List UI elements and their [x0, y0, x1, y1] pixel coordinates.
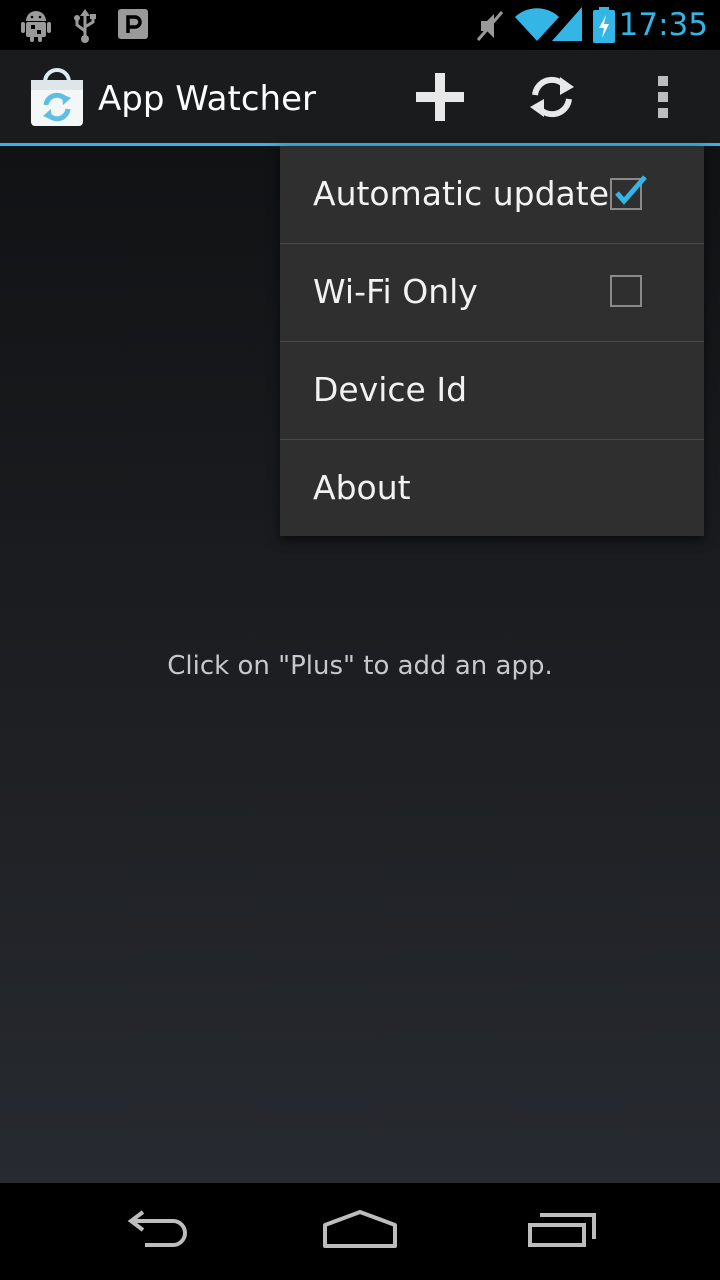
recent-apps-button[interactable] — [512, 1203, 612, 1259]
recent-apps-icon — [526, 1209, 598, 1253]
menu-item-label: Device Id — [313, 370, 468, 409]
add-button[interactable] — [405, 64, 475, 134]
overflow-menu-icon — [656, 75, 670, 123]
automatic-update-checkbox[interactable] — [610, 175, 647, 211]
wifi-only-checkbox[interactable] — [610, 275, 644, 309]
status-bar: 17:35 — [0, 0, 720, 50]
menu-item-label: About — [313, 468, 411, 507]
menu-item-about[interactable]: About — [280, 440, 704, 537]
overflow-menu-button[interactable] — [628, 64, 698, 134]
signal-icon — [552, 7, 582, 45]
menu-item-device-id[interactable]: Device Id — [280, 342, 704, 439]
menu-item-automatic-update[interactable]: Automatic update — [280, 146, 704, 243]
home-button[interactable] — [310, 1203, 410, 1259]
parking-icon — [118, 9, 148, 43]
overflow-menu: Automatic update Wi-Fi Only Device Id Ab… — [280, 146, 704, 536]
back-icon — [125, 1209, 195, 1253]
usb-icon — [72, 9, 98, 47]
refresh-button[interactable] — [517, 64, 587, 134]
android-debug-icon — [20, 9, 52, 47]
back-button[interactable] — [110, 1203, 210, 1259]
battery-charging-icon — [593, 7, 615, 47]
menu-item-label: Wi-Fi Only — [313, 272, 478, 311]
add-icon — [416, 73, 464, 125]
shopping-bag-sync-icon[interactable] — [27, 68, 87, 128]
home-icon — [322, 1209, 398, 1253]
navigation-bar — [0, 1183, 720, 1280]
action-bar: App Watcher — [0, 50, 720, 146]
empty-state-message: Click on "Plus" to add an app. — [167, 651, 553, 681]
screen: 17:35 App Watcher Click on "Plus" to add… — [0, 0, 720, 1280]
menu-item-label: Automatic update — [313, 174, 610, 213]
status-time: 17:35 — [618, 7, 708, 43]
app-title: App Watcher — [98, 79, 316, 119]
refresh-icon — [528, 73, 576, 125]
menu-item-wifi-only[interactable]: Wi-Fi Only — [280, 244, 704, 341]
mute-icon — [475, 9, 505, 47]
